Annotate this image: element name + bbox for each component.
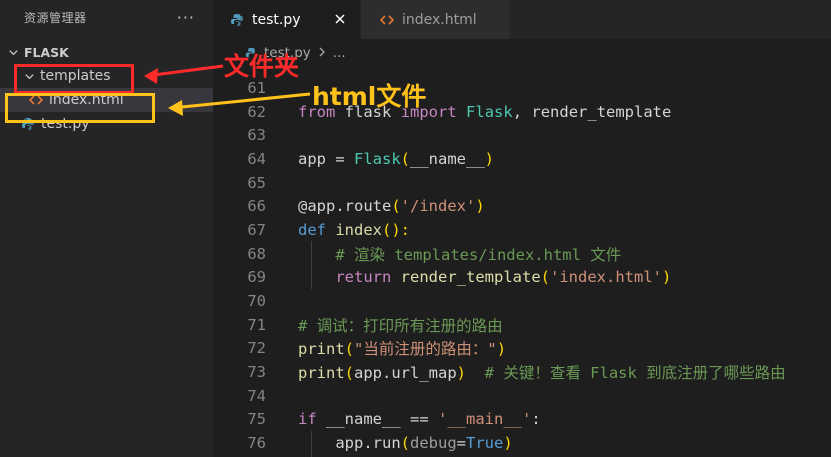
token: ) bbox=[496, 340, 507, 359]
token: def bbox=[298, 220, 326, 239]
code-line: 62 from flask import Flask, render_templa… bbox=[213, 100, 831, 124]
explorer-header: 资源管理器 ··· bbox=[0, 0, 213, 35]
token: __name__ bbox=[410, 149, 485, 168]
token: ) bbox=[484, 149, 495, 168]
token: ( bbox=[391, 197, 401, 216]
folder-annotation-label: 文件夹 bbox=[224, 52, 300, 81]
line-number: 63 bbox=[247, 126, 266, 145]
html-annotation-label: html文件 bbox=[312, 82, 427, 111]
code-line: 63 bbox=[213, 123, 831, 147]
line-number: 62 bbox=[247, 102, 266, 121]
token: 'index.html' bbox=[550, 268, 662, 287]
code-line: 64 app = Flask(__name__) bbox=[213, 147, 831, 171]
html-file-icon bbox=[379, 14, 395, 26]
tab-test-py[interactable]: test.py bbox=[213, 0, 361, 39]
line-number: 69 bbox=[247, 268, 266, 287]
token: __name__ == bbox=[316, 410, 438, 429]
token: : bbox=[531, 410, 541, 429]
folder-highlight-box bbox=[14, 64, 134, 94]
code-line: 66 @app.route('/index') bbox=[213, 194, 831, 218]
token: , render_template bbox=[512, 102, 672, 121]
token: @app.route bbox=[298, 197, 392, 216]
line-number: 68 bbox=[247, 244, 266, 263]
code-line: 70 bbox=[213, 289, 831, 313]
code-line: 73 print(app.url_map) # 关键！查看 Flask 到底注册了… bbox=[213, 360, 831, 384]
code-line: 69 return render_template('index.html') bbox=[213, 266, 831, 290]
explorer-title: 资源管理器 bbox=[24, 11, 87, 25]
token: ( bbox=[400, 434, 410, 453]
tab-index-html[interactable]: index.html bbox=[361, 0, 511, 39]
tree-item-flask[interactable]: FLASK bbox=[0, 40, 213, 64]
token: if bbox=[298, 410, 317, 429]
line-number: 71 bbox=[247, 315, 266, 334]
tree-item-label: FLASK bbox=[24, 44, 69, 60]
line-number: 65 bbox=[247, 173, 266, 192]
token: index bbox=[335, 220, 383, 239]
token: app.url_map bbox=[354, 364, 457, 383]
code-line: 65 bbox=[213, 171, 831, 195]
line-number: 70 bbox=[247, 292, 266, 311]
token: return bbox=[335, 268, 392, 287]
python-file-icon bbox=[229, 13, 245, 27]
code-line: 68 # 渲染 templates/index.html 文件 bbox=[213, 242, 831, 266]
tab-bar: test.py index.html bbox=[213, 0, 831, 39]
token: ) bbox=[503, 434, 513, 453]
token: ( bbox=[400, 149, 411, 168]
line-number: 75 bbox=[247, 410, 266, 429]
editor-area: test.py index.html test.py ... 61 62 from… bbox=[213, 0, 831, 457]
code-line: 75 if __name__ == '__main__': bbox=[213, 408, 831, 432]
token: (): bbox=[382, 220, 411, 239]
token: ) bbox=[661, 268, 672, 287]
token: app.run bbox=[335, 434, 401, 453]
token: = bbox=[456, 434, 467, 453]
chevron-right-icon bbox=[318, 45, 326, 61]
token: "当前注册的路由：" bbox=[354, 340, 497, 359]
token: True bbox=[466, 434, 504, 453]
breadcrumb-rest[interactable]: ... bbox=[333, 45, 346, 61]
token: # 渲染 templates/index.html 文件 bbox=[335, 245, 622, 264]
line-number: 76 bbox=[247, 434, 266, 453]
token: ( bbox=[344, 340, 355, 359]
code-editor[interactable]: 61 62 from flask import Flask, render_tem… bbox=[213, 76, 831, 457]
close-icon[interactable] bbox=[332, 11, 348, 27]
code-line: 76 app.run(debug=True) bbox=[213, 431, 831, 455]
code-line: 71 # 调试：打印所有注册的路由 bbox=[213, 313, 831, 337]
code-line: 67 def index(): bbox=[213, 218, 831, 242]
token: ( bbox=[540, 268, 550, 287]
token: '__main__' bbox=[438, 410, 532, 429]
token: render_template bbox=[400, 268, 541, 287]
line-number: 74 bbox=[247, 386, 266, 405]
token: Flask bbox=[354, 149, 401, 168]
token: print bbox=[298, 364, 345, 383]
token: '/index' bbox=[400, 197, 476, 216]
line-number: 73 bbox=[247, 363, 266, 382]
chevron-down-icon bbox=[6, 47, 20, 58]
code-line: 61 bbox=[213, 76, 831, 100]
html-file-highlight-box bbox=[5, 93, 155, 123]
token: # 关键！查看 Flask 到底注册了哪些路由 bbox=[466, 364, 786, 383]
token: ) bbox=[456, 364, 467, 383]
line-number: 72 bbox=[247, 339, 266, 358]
line-number: 67 bbox=[247, 220, 266, 239]
token: ( bbox=[344, 364, 355, 383]
more-actions-icon[interactable]: ··· bbox=[177, 8, 195, 27]
code-line: 74 bbox=[213, 384, 831, 408]
line-number: 64 bbox=[247, 149, 266, 168]
token: ) bbox=[475, 197, 485, 216]
tab-label: test.py bbox=[252, 11, 301, 28]
token: # 调试：打印所有注册的路由 bbox=[298, 316, 503, 335]
token: debug bbox=[410, 434, 457, 453]
tab-label: index.html bbox=[402, 11, 477, 28]
token: app = bbox=[298, 149, 354, 168]
code-line: 72 print("当前注册的路由：") bbox=[213, 337, 831, 361]
token: Flask bbox=[466, 102, 513, 121]
token: print bbox=[298, 340, 345, 359]
line-number: 66 bbox=[247, 197, 266, 216]
